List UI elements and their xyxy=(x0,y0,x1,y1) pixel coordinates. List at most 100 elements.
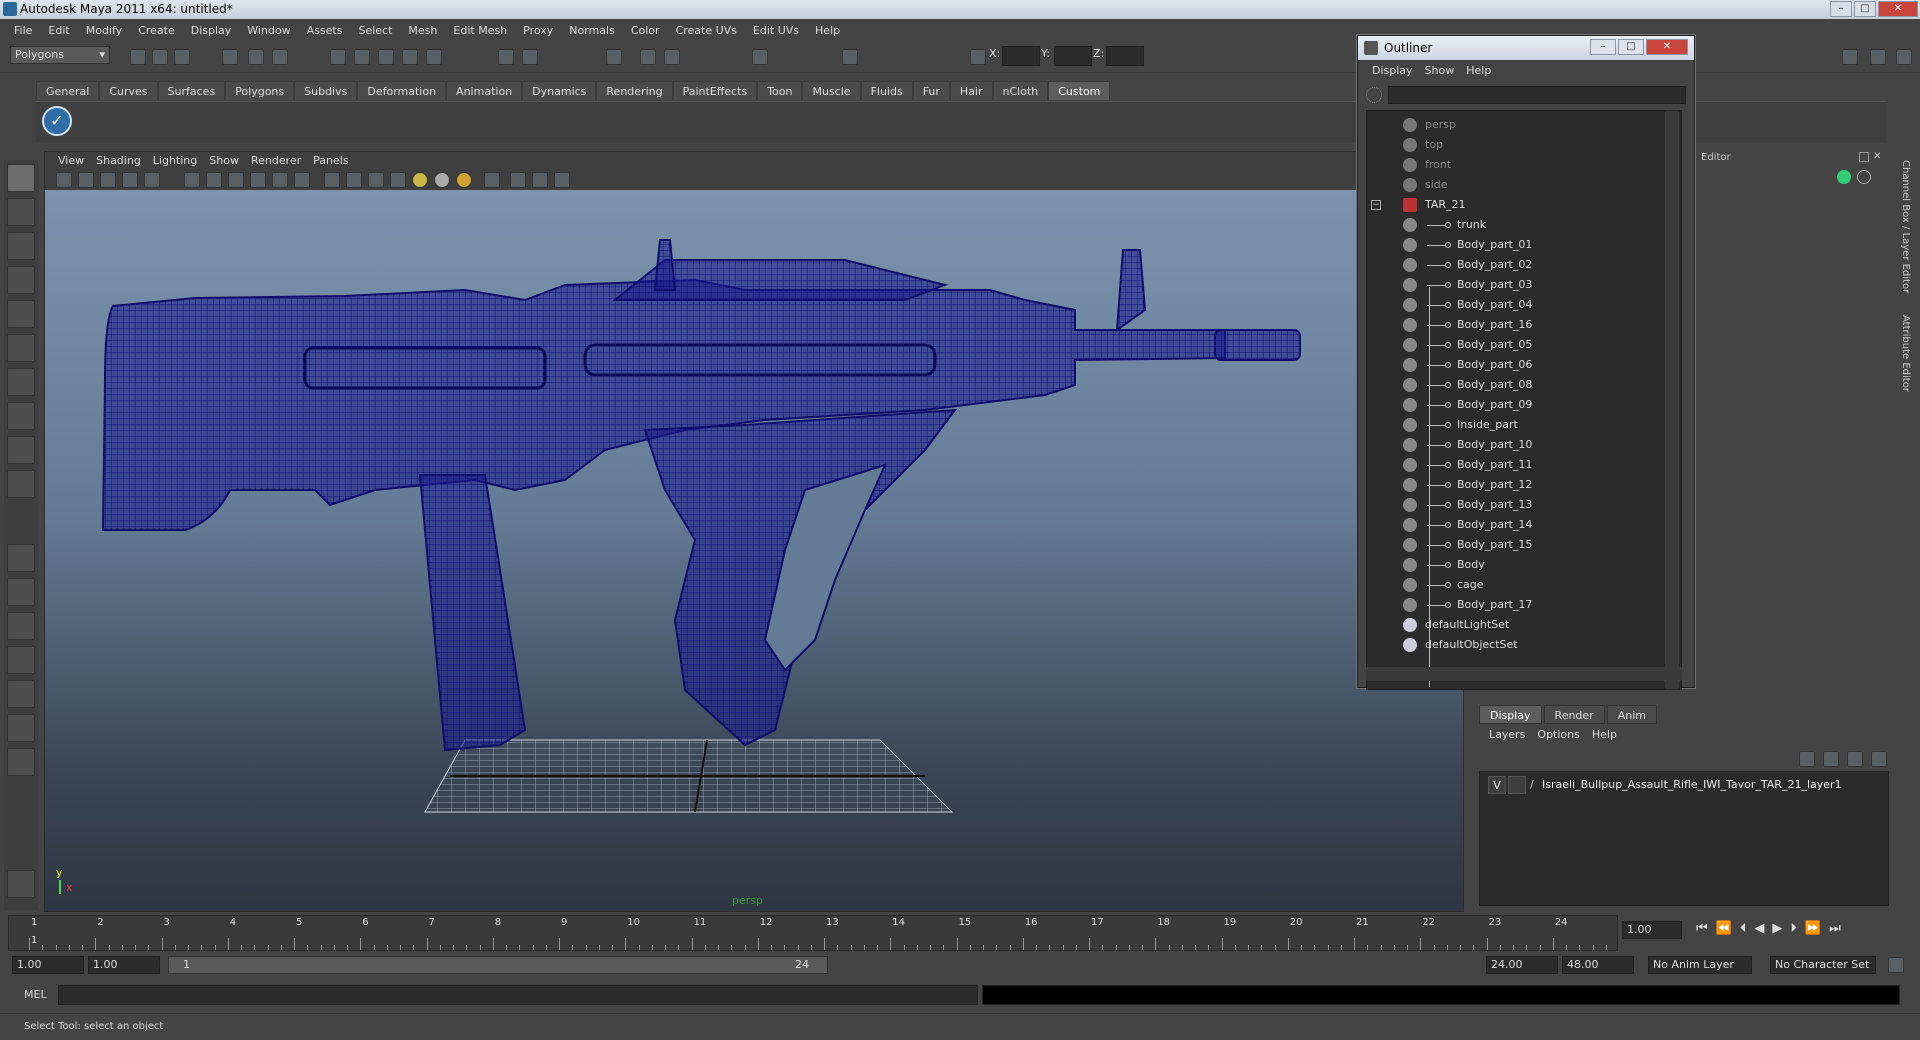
shelf-tab-dynamics[interactable]: Dynamics xyxy=(522,81,597,100)
channel-box-display-icon[interactable] xyxy=(1857,170,1871,184)
menu-file[interactable]: File xyxy=(6,24,40,37)
step-back-frame-icon[interactable]: ⏪ xyxy=(1716,921,1732,939)
make-live-icon[interactable] xyxy=(426,49,442,65)
bookmarks-icon[interactable] xyxy=(100,172,116,188)
anim-layer-dropdown[interactable]: No Anim Layer xyxy=(1648,956,1752,974)
layer-menu-options[interactable]: Options xyxy=(1531,728,1585,741)
high-quality-icon[interactable] xyxy=(532,172,548,188)
outliner-item-trunk[interactable]: trunk xyxy=(1367,215,1667,235)
resolution-gate-icon[interactable] xyxy=(206,172,222,188)
render-settings-icon[interactable] xyxy=(664,49,680,65)
shelf-tab-deformation[interactable]: Deformation xyxy=(357,81,447,100)
close-button[interactable]: ✕ xyxy=(1878,1,1918,17)
menu-select[interactable]: Select xyxy=(350,24,400,37)
shadows-icon[interactable] xyxy=(434,172,450,188)
move-tool-icon[interactable] xyxy=(7,266,35,294)
custom-shelf-check-icon[interactable]: ✓ xyxy=(42,106,72,136)
outliner-menu-show[interactable]: Show xyxy=(1419,64,1461,77)
command-input[interactable] xyxy=(58,985,978,1005)
menu-create-uvs[interactable]: Create UVs xyxy=(668,24,745,37)
xray-icon[interactable] xyxy=(484,172,500,188)
camera-attributes-icon[interactable] xyxy=(78,172,94,188)
outliner-item-body-part-09[interactable]: Body_part_09 xyxy=(1367,395,1667,415)
outliner-item-body-part-16[interactable]: Body_part_16 xyxy=(1367,315,1667,335)
menu-display[interactable]: Display xyxy=(183,24,240,37)
outliner-close-button[interactable]: ✕ xyxy=(1646,39,1688,55)
outliner-item-body-part-05[interactable]: Body_part_05 xyxy=(1367,335,1667,355)
ipr-render-icon[interactable] xyxy=(640,49,656,65)
command-language-label[interactable]: MEL xyxy=(24,988,47,1001)
outliner-item-body-part-14[interactable]: Body_part_14 xyxy=(1367,515,1667,535)
viewport-menu-show[interactable]: Show xyxy=(203,154,245,167)
viewport-menu-renderer[interactable]: Renderer xyxy=(245,154,307,167)
close-panel-icon[interactable]: ✕ xyxy=(1873,152,1885,164)
outliner-horizontal-scrollbar[interactable] xyxy=(1366,667,1682,681)
current-frame-field[interactable]: 1.00 xyxy=(1622,921,1682,939)
shelf-tab-curves[interactable]: Curves xyxy=(99,81,158,100)
gate-mask-icon[interactable] xyxy=(228,172,244,188)
toggle-tool-settings-icon[interactable] xyxy=(1870,49,1886,65)
channel-box-tools-icon[interactable] xyxy=(1837,170,1851,184)
default-light-icon[interactable] xyxy=(456,172,472,188)
select-by-hierarchy-icon[interactable] xyxy=(222,49,238,65)
show-manipulator-icon[interactable] xyxy=(7,436,35,464)
outliner-item-body-part-02[interactable]: Body_part_02 xyxy=(1367,255,1667,275)
single-perspective-layout-icon[interactable] xyxy=(7,544,35,572)
snap-point-icon[interactable] xyxy=(378,49,394,65)
z-field[interactable] xyxy=(1106,46,1144,66)
move-down-layer-icon[interactable] xyxy=(1871,751,1887,767)
shelf-tab-ncloth[interactable]: nCloth xyxy=(992,81,1049,100)
layer-visibility-toggle[interactable]: V xyxy=(1488,776,1506,794)
perspective-scene[interactable]: y x persp xyxy=(45,190,1463,911)
rotate-tool-icon[interactable] xyxy=(7,300,35,328)
float-panel-icon[interactable] xyxy=(1859,152,1869,162)
outliner-item-tar-21[interactable]: − TAR_21 xyxy=(1367,195,1667,215)
select-camera-icon[interactable] xyxy=(56,172,72,188)
outliner-item-body-part-03[interactable]: Body_part_03 xyxy=(1367,275,1667,295)
film-gate-icon[interactable] xyxy=(184,172,200,188)
hypershade-icon[interactable] xyxy=(752,49,768,65)
layer-tab-display[interactable]: Display xyxy=(1479,705,1542,724)
use-all-lights-icon[interactable] xyxy=(412,172,428,188)
outliner-persp-layout-icon[interactable] xyxy=(7,612,35,640)
selection-field-icon[interactable] xyxy=(842,49,858,65)
four-view-layout-icon[interactable] xyxy=(7,578,35,606)
viewport-menu-view[interactable]: View xyxy=(52,154,90,167)
toggle-channel-box-icon[interactable] xyxy=(1896,49,1912,65)
grid-toggle-icon[interactable] xyxy=(144,172,160,188)
collapse-icon[interactable]: − xyxy=(1371,200,1381,210)
time-slider[interactable]: 1 2 3 4 5 6 7 8 9 10 11 12 13 14 15 16 17 18 19 20 21 22 23 24 1 xyxy=(8,915,1618,951)
outliner-item-body-part-17[interactable]: Body_part_17 xyxy=(1367,595,1667,615)
paint-select-tool-icon[interactable] xyxy=(7,232,35,260)
menu-edit-uvs[interactable]: Edit UVs xyxy=(745,24,807,37)
go-to-end-icon[interactable]: ⏭ xyxy=(1829,921,1841,939)
menu-edit[interactable]: Edit xyxy=(40,24,77,37)
x-field[interactable] xyxy=(1002,46,1040,66)
transform-mode-icon[interactable] xyxy=(970,49,986,65)
shelf-tab-surfaces[interactable]: Surfaces xyxy=(157,81,226,100)
step-forward-key-icon[interactable]: ⏵ xyxy=(1790,921,1797,939)
outliner-item-body-part-12[interactable]: Body_part_12 xyxy=(1367,475,1667,495)
snap-view-plane-icon[interactable] xyxy=(402,49,418,65)
menu-normals[interactable]: Normals xyxy=(561,24,623,37)
layer-template-toggle[interactable] xyxy=(1508,776,1526,794)
end-time-field[interactable]: 24.00 xyxy=(1486,956,1558,974)
outliner-menu-display[interactable]: Display xyxy=(1366,64,1419,77)
step-forward-frame-icon[interactable]: ⏩ xyxy=(1805,921,1821,939)
new-layer-icon[interactable] xyxy=(1799,751,1815,767)
render-current-frame-icon[interactable] xyxy=(606,49,622,65)
outliner-minimize-button[interactable]: – xyxy=(1590,39,1616,55)
outliner-item-body-part-06[interactable]: Body_part_06 xyxy=(1367,355,1667,375)
outliner-item-defaultobjectset[interactable]: defaultObjectSet xyxy=(1367,635,1667,655)
image-plane-icon[interactable] xyxy=(122,172,138,188)
menu-color[interactable]: Color xyxy=(623,24,668,37)
menu-modify[interactable]: Modify xyxy=(78,24,130,37)
outliner-item-inside-part[interactable]: Inside_part xyxy=(1367,415,1667,435)
outliner-search-field[interactable] xyxy=(1388,86,1686,104)
auto-key-icon[interactable] xyxy=(1888,957,1904,973)
menu-window[interactable]: Window xyxy=(239,24,298,37)
y-field[interactable] xyxy=(1054,46,1092,66)
hypershade-layout-icon[interactable] xyxy=(7,680,35,708)
menu-help[interactable]: Help xyxy=(807,24,848,37)
layer-row[interactable]: V / Israeli_Bullpup_Assault_Rifle_IWI_Ta… xyxy=(1484,776,1884,794)
